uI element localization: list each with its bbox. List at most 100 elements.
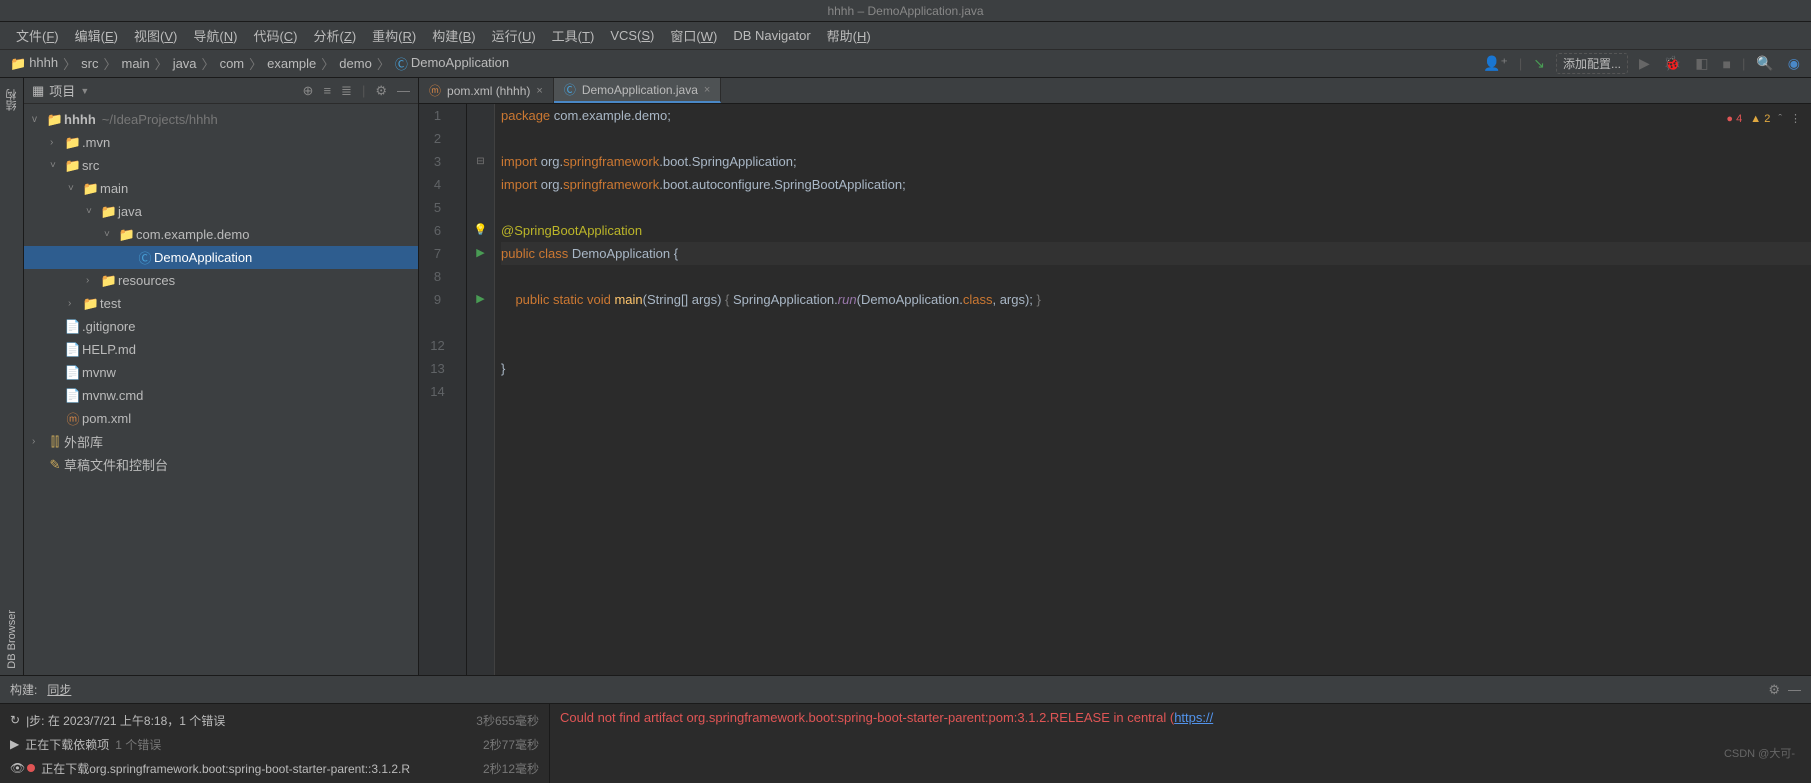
hide-panel-icon[interactable]: — — [397, 83, 410, 99]
code-line-1[interactable]: package com.example.demo; — [501, 104, 1811, 127]
expand-all-icon[interactable]: ≡ — [323, 83, 331, 99]
menu-运行[interactable]: 运行(U) — [484, 23, 544, 48]
code-line-6[interactable]: @SpringBootApplication — [501, 219, 1811, 242]
breadcrumb-item[interactable]: com — [218, 56, 247, 71]
code-line-4[interactable]: import org.springframework.boot.autoconf… — [501, 173, 1811, 196]
menu-窗口[interactable]: 窗口(W) — [662, 23, 725, 48]
tree-item-DemoApplication[interactable]: ⒸDemoApplication — [24, 246, 418, 269]
build-row[interactable]: ▶正在下载依赖项1 个错误2秒77毫秒 — [10, 732, 539, 756]
tree-item-main[interactable]: ˅📁main — [24, 177, 418, 200]
breadcrumb-item[interactable]: demo — [337, 56, 374, 71]
menu-代码[interactable]: 代码(C) — [245, 23, 305, 48]
breadcrumb-item[interactable]: example — [265, 56, 318, 71]
ide-updates-icon[interactable]: ◉ — [1785, 52, 1803, 75]
run-icon[interactable]: ▶ — [1636, 52, 1653, 75]
sync-tab[interactable]: 同步 — [47, 681, 71, 698]
breadcrumb-item[interactable]: src — [79, 56, 100, 71]
code-content[interactable]: package com.example.demo; import org.spri… — [495, 104, 1811, 675]
stop-icon[interactable]: ■ — [1719, 53, 1733, 75]
user-add-icon[interactable]: 👤⁺ — [1480, 52, 1511, 75]
editor-tab-pom.xml (hhhh)[interactable]: ⓜpom.xml (hhhh)× — [419, 78, 554, 103]
menu-导航[interactable]: 导航(N) — [185, 23, 245, 48]
build-error-link[interactable]: https:// — [1174, 710, 1213, 725]
menu-视图[interactable]: 视图(V) — [126, 23, 185, 48]
settings-gear-icon[interactable]: ⚙ — [375, 83, 387, 99]
menu-文件[interactable]: 文件(F) — [8, 23, 67, 48]
run-gutter-icon[interactable]: ▶ — [476, 288, 484, 311]
project-tree[interactable]: v📁hhhh~/IdeaProjects/hhhh›📁.mvn˅📁src˅📁ma… — [24, 104, 418, 675]
error-indicator[interactable]: ● 4 — [1726, 108, 1742, 131]
code-line-7[interactable]: public class DemoApplication { — [501, 242, 1811, 265]
code-line-14[interactable] — [501, 380, 1811, 403]
folder-icon: 📁 — [64, 135, 82, 151]
breadcrumb-item[interactable]: 📁hhhh — [8, 55, 60, 72]
build-label: 构建: — [10, 681, 37, 698]
select-opened-file-icon[interactable]: ⊕ — [303, 83, 314, 99]
breadcrumb-separator: 〉 — [100, 54, 119, 73]
build-row[interactable]: 👁 正在下载org.springframework.boot:spring-bo… — [10, 756, 539, 780]
project-dropdown-icon[interactable]: ▼ — [80, 86, 89, 96]
close-tab-icon[interactable]: × — [704, 84, 710, 96]
more-icon[interactable]: ⋮ — [1790, 108, 1801, 131]
inspections-widget[interactable]: ● 4 ▲ 2 ˆ ⋮ — [1726, 108, 1801, 131]
intention-bulb-icon[interactable]: 💡 — [474, 219, 488, 242]
chevron-up-icon[interactable]: ˆ — [1778, 108, 1782, 131]
tree-item-草稿文件和控制台[interactable]: ✎草稿文件和控制台 — [24, 453, 418, 476]
code-line-13[interactable]: } — [501, 357, 1811, 380]
editor-area: ⓜpom.xml (hhhh)×ⒸDemoApplication.java× 1… — [419, 78, 1811, 675]
menu-DB Navigator[interactable]: DB Navigator — [725, 25, 818, 46]
db-browser-tool-tab[interactable]: DB Browser — [4, 604, 20, 675]
tree-item-mvnw.cmd[interactable]: 📄mvnw.cmd — [24, 384, 418, 407]
menu-帮助[interactable]: 帮助(H) — [819, 23, 879, 48]
tree-item-外部库[interactable]: ›⫿⫿外部库 — [24, 430, 418, 453]
breadcrumb-item[interactable]: java — [171, 56, 199, 71]
run-gutter-icon[interactable]: ▶ — [476, 242, 484, 265]
code-line-5[interactable] — [501, 196, 1811, 219]
editor-tab-DemoApplication.java[interactable]: ⒸDemoApplication.java× — [554, 78, 722, 103]
tree-item-.mvn[interactable]: ›📁.mvn — [24, 131, 418, 154]
build-row[interactable]: ↻|步: 在 2023/7/21 上午8:18，1 个错误3秒655毫秒 — [10, 708, 539, 732]
tree-item-java[interactable]: ˅📁java — [24, 200, 418, 223]
breadcrumb-item[interactable]: ⒸDemoApplication — [393, 54, 511, 73]
code-line-2[interactable] — [501, 127, 1811, 150]
build-console[interactable]: Could not find artifact org.springframew… — [550, 704, 1811, 783]
tree-item-src[interactable]: ˅📁src — [24, 154, 418, 177]
jclass-icon: Ⓒ — [136, 248, 154, 267]
menu-构建[interactable]: 构建(B) — [424, 23, 483, 48]
tree-item-com.example.demo[interactable]: ˅📁com.example.demo — [24, 223, 418, 246]
fold-icon[interactable]: ⊟ — [476, 150, 484, 173]
settings-gear-icon[interactable]: ⚙ — [1768, 682, 1780, 698]
breadcrumb-item[interactable]: main — [119, 56, 151, 71]
tree-item-pom.xml[interactable]: ⓜpom.xml — [24, 407, 418, 430]
run-config-selector[interactable]: 添加配置... — [1556, 53, 1628, 74]
menu-VCS[interactable]: VCS(S) — [602, 25, 662, 46]
tree-item-HELP.md[interactable]: 📄HELP.md — [24, 338, 418, 361]
menu-重构[interactable]: 重构(R) — [364, 23, 424, 48]
code-line-3[interactable]: import org.springframework.boot.SpringAp… — [501, 150, 1811, 173]
search-everywhere-icon[interactable]: 🔍 — [1753, 52, 1776, 75]
close-tab-icon[interactable]: × — [536, 85, 542, 97]
code-line-12[interactable] — [501, 334, 1811, 357]
menu-编辑[interactable]: 编辑(E) — [67, 23, 126, 48]
tree-item-test[interactable]: ›📁test — [24, 292, 418, 315]
tree-item-mvnw[interactable]: 📄mvnw — [24, 361, 418, 384]
tree-item-.gitignore[interactable]: 📄.gitignore — [24, 315, 418, 338]
build-hammer-icon[interactable]: ↘ — [1530, 52, 1548, 75]
menu-分析[interactable]: 分析(Z) — [306, 23, 365, 48]
hide-panel-icon[interactable]: — — [1788, 682, 1801, 698]
code-line-9[interactable]: public static void main(String[] args) {… — [501, 288, 1811, 311]
build-tree[interactable]: ↻|步: 在 2023/7/21 上午8:18，1 个错误3秒655毫秒▶正在下… — [0, 704, 550, 783]
debug-icon[interactable]: 🐞 — [1661, 52, 1684, 75]
window-title: hhhh – DemoApplication.java — [827, 4, 983, 18]
warning-indicator[interactable]: ▲ 2 — [1750, 108, 1770, 131]
tree-item-resources[interactable]: ›📁resources — [24, 269, 418, 292]
coverage-icon[interactable]: ◧ — [1692, 52, 1711, 75]
structure-tool-tab[interactable]: 结构 — [2, 83, 22, 117]
project-panel-title[interactable]: 项目 — [49, 81, 75, 100]
code-line-[interactable] — [501, 311, 1811, 334]
tree-root[interactable]: v📁hhhh~/IdeaProjects/hhhh — [24, 108, 418, 131]
collapse-all-icon[interactable]: ≣ — [341, 83, 352, 99]
menu-工具[interactable]: 工具(T) — [544, 23, 603, 48]
breadcrumb: 📁hhhh〉src〉main〉java〉com〉example〉demo〉ⒸDe… — [8, 54, 1480, 73]
code-line-8[interactable] — [501, 265, 1811, 288]
